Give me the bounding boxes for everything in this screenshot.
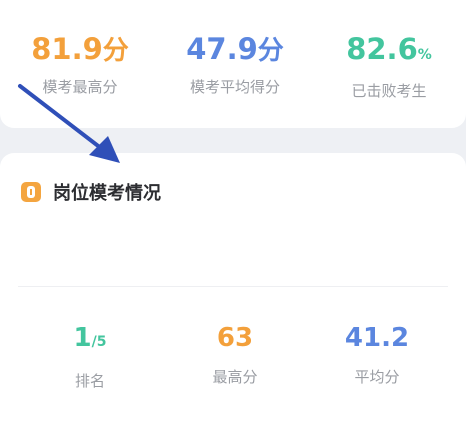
highest-mock-score-value: 81.9分 bbox=[31, 32, 129, 66]
average-mock-score-label: 模考平均得分 bbox=[189, 78, 281, 96]
document-icon bbox=[21, 182, 41, 202]
average-mock-score: 47.9分 模考平均得分 bbox=[186, 32, 284, 97]
highest-mock-score-label: 模考最高分 bbox=[42, 78, 118, 96]
rank-label: 排名 bbox=[74, 372, 106, 390]
beaten-candidates-label: 已击败考生 bbox=[351, 82, 427, 100]
average-score-label: 平均分 bbox=[354, 368, 400, 386]
beaten-candidates-percent: 82.6% 已击败考生 bbox=[346, 32, 432, 101]
average-mock-score-value: 47.9分 bbox=[186, 32, 284, 66]
section-header: 岗位模考情况 bbox=[21, 179, 161, 205]
average-score-stat: 41.2 平均分 bbox=[345, 322, 409, 387]
rank-value: 1/5 bbox=[73, 323, 107, 353]
highest-score-value: 63 bbox=[216, 323, 254, 353]
rank-stat: 1/5 排名 bbox=[74, 322, 107, 391]
beaten-candidates-value: 82.6% bbox=[346, 32, 432, 66]
average-score-value: 41.2 bbox=[344, 323, 410, 353]
divider bbox=[18, 286, 448, 287]
section-title: 岗位模考情况 bbox=[53, 183, 161, 204]
highest-score-label: 最高分 bbox=[212, 368, 258, 386]
highest-score-stat: 63 最高分 bbox=[212, 322, 257, 387]
highest-mock-score: 81.9分 模考最高分 bbox=[31, 32, 129, 97]
